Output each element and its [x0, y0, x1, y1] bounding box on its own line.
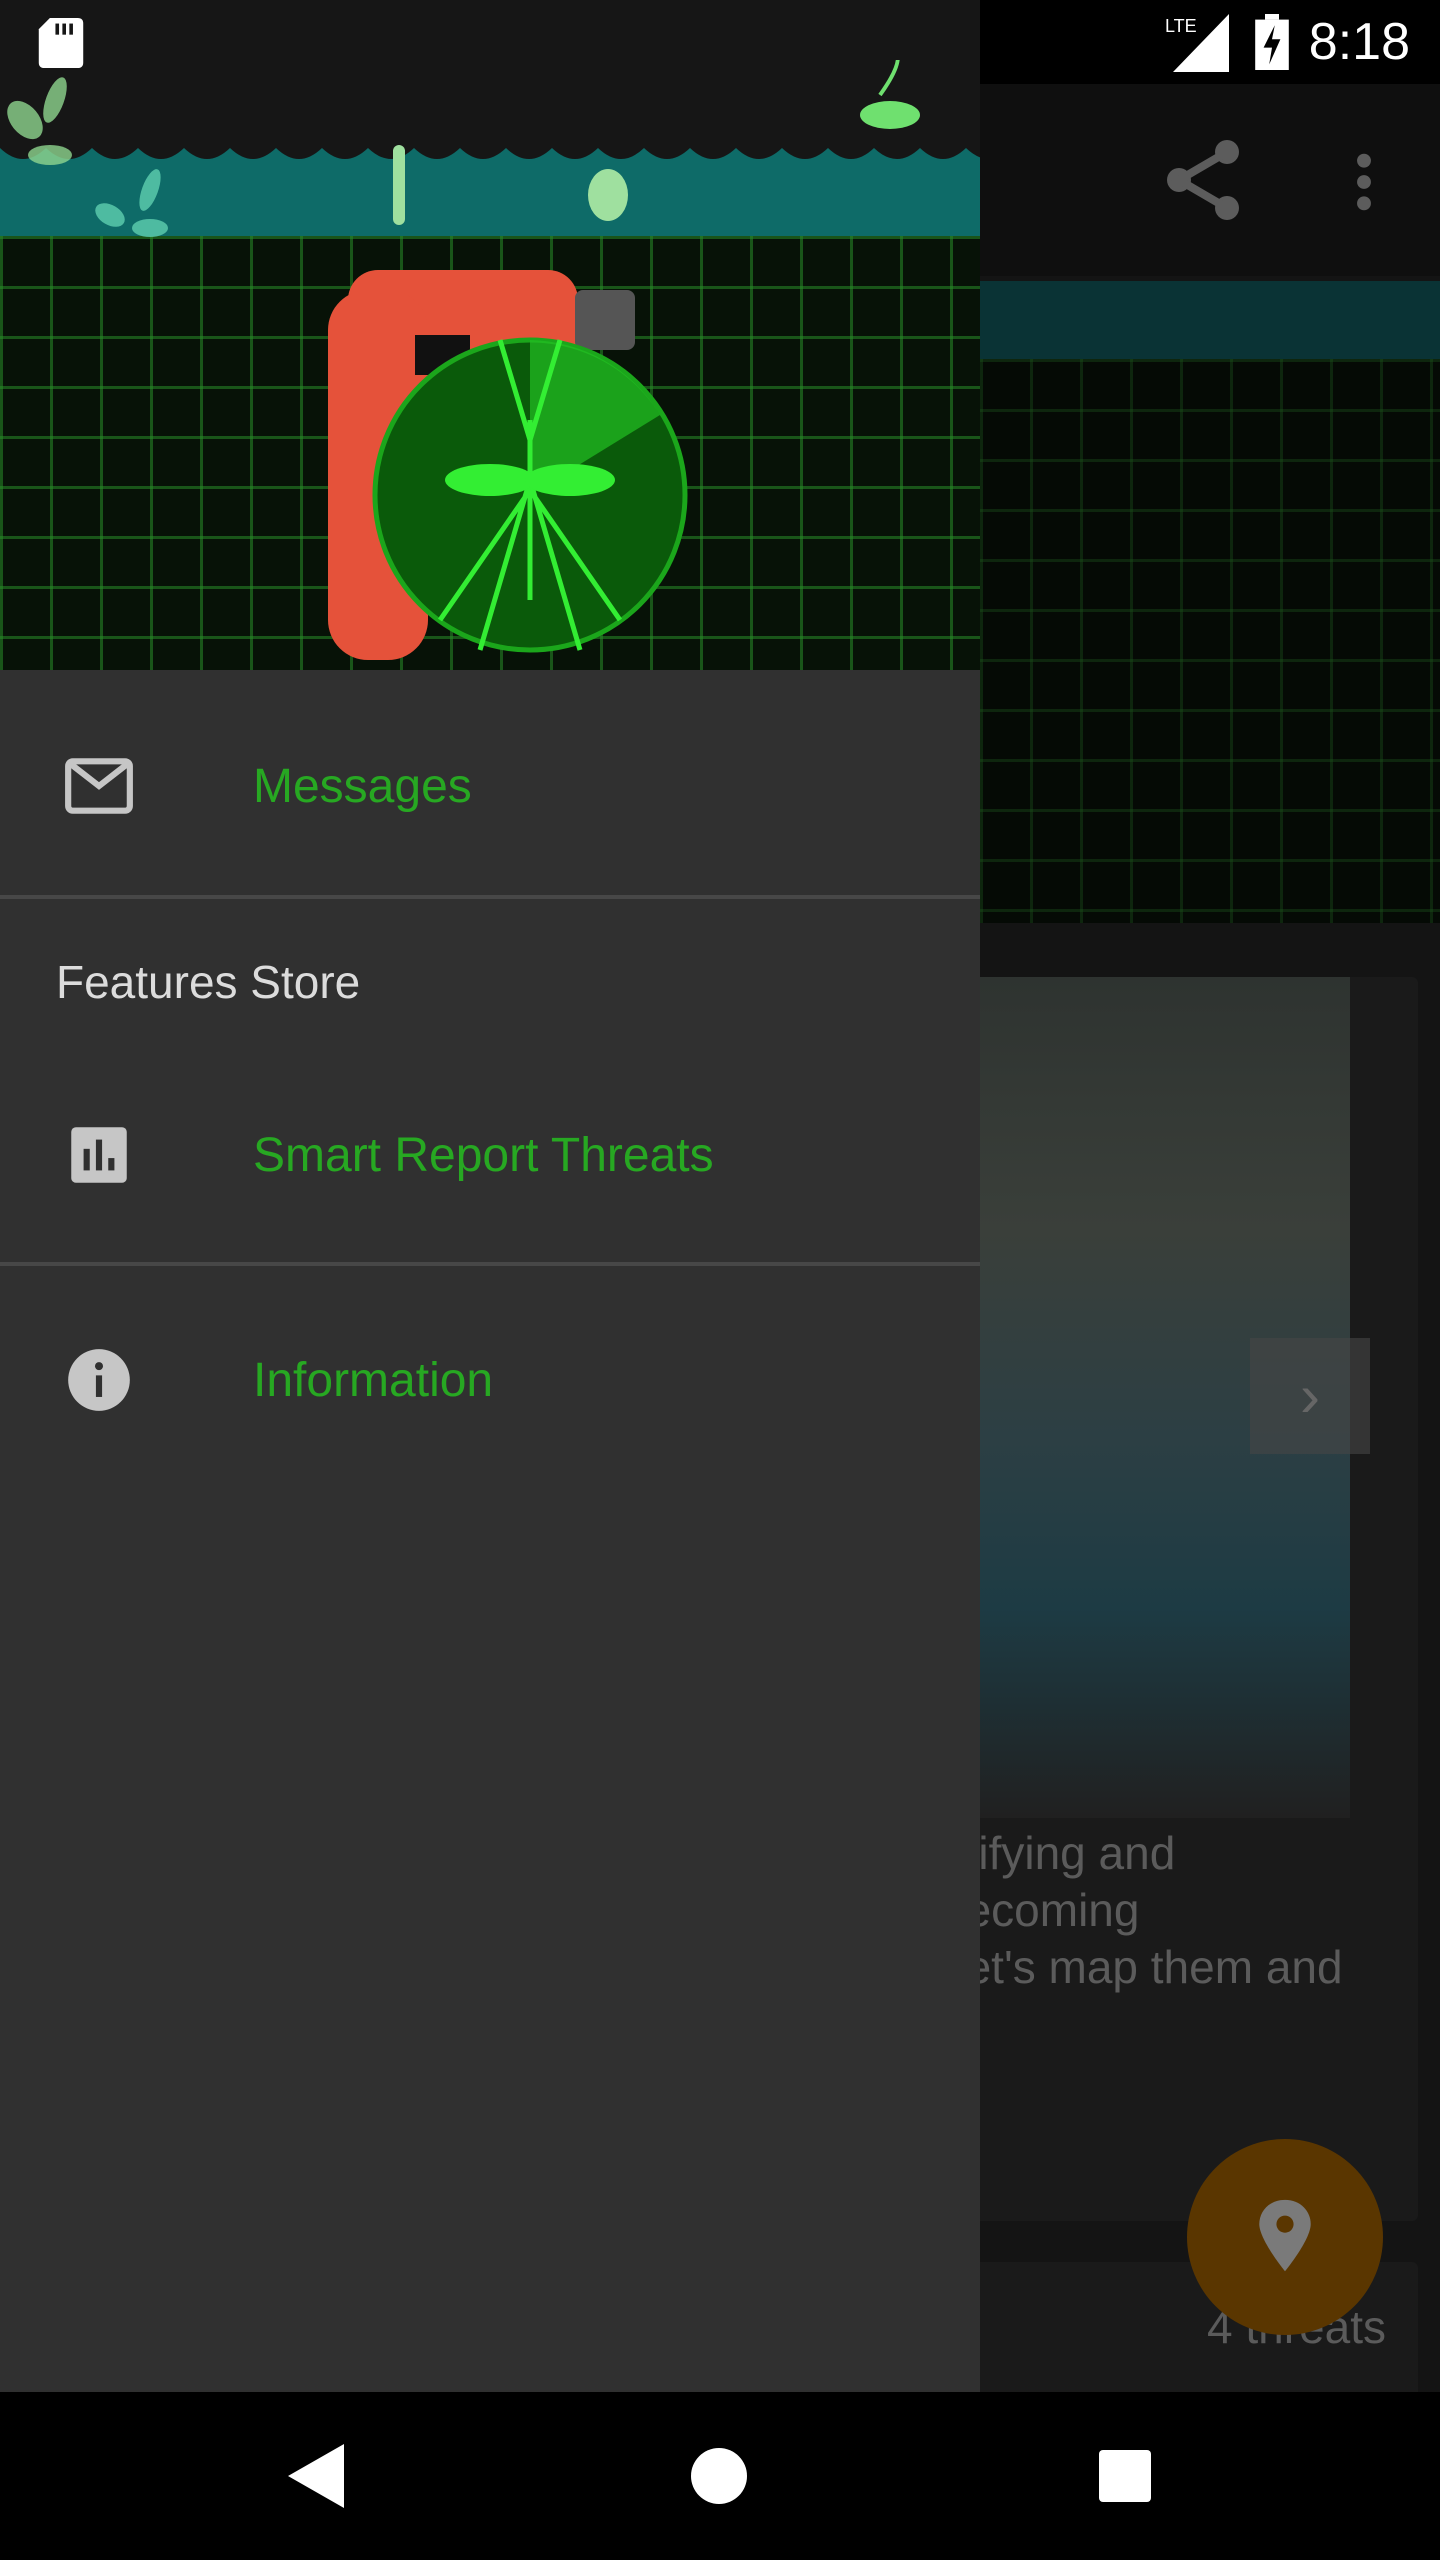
drawer-item-label: Smart Report Threats — [253, 1128, 714, 1182]
home-icon[interactable] — [691, 2448, 747, 2504]
battery-charging-icon — [1255, 14, 1289, 70]
mosquito-radar-logo — [7, 60, 920, 660]
drawer-item-messages[interactable]: Messages — [0, 706, 980, 866]
chevron-right-icon[interactable]: › — [1250, 1338, 1370, 1454]
divider — [0, 895, 980, 899]
drawer-item-label: Messages — [253, 759, 472, 813]
share-icon[interactable] — [1155, 130, 1251, 230]
drawer-header-image — [0, 0, 980, 670]
card-text-line: Let's map them and — [940, 1941, 1343, 1993]
banner-strip — [980, 281, 1440, 359]
info-icon — [68, 1349, 130, 1411]
clock: 8:18 — [1308, 13, 1410, 71]
drawer-item-label: Information — [253, 1353, 494, 1407]
section-header: Features Store — [56, 956, 361, 1008]
bar-chart-icon — [71, 1127, 127, 1183]
back-icon[interactable] — [288, 2444, 344, 2508]
signal-icon: LTE — [1165, 14, 1229, 72]
banner-image — [980, 359, 1440, 923]
location-pin-icon — [1259, 2199, 1311, 2272]
mail-icon — [65, 758, 133, 814]
more-vert-icon[interactable] — [1350, 150, 1378, 214]
drawer-item-smart-report-threats[interactable]: Smart Report Threats — [0, 1075, 980, 1235]
location-fab[interactable] — [1187, 2139, 1383, 2335]
network-type: LTE — [1165, 16, 1197, 36]
system-nav-bar — [0, 2392, 1440, 2560]
drawer-item-information[interactable]: Information — [0, 1300, 980, 1460]
recents-icon[interactable] — [1099, 2450, 1151, 2502]
divider — [0, 1262, 980, 1266]
